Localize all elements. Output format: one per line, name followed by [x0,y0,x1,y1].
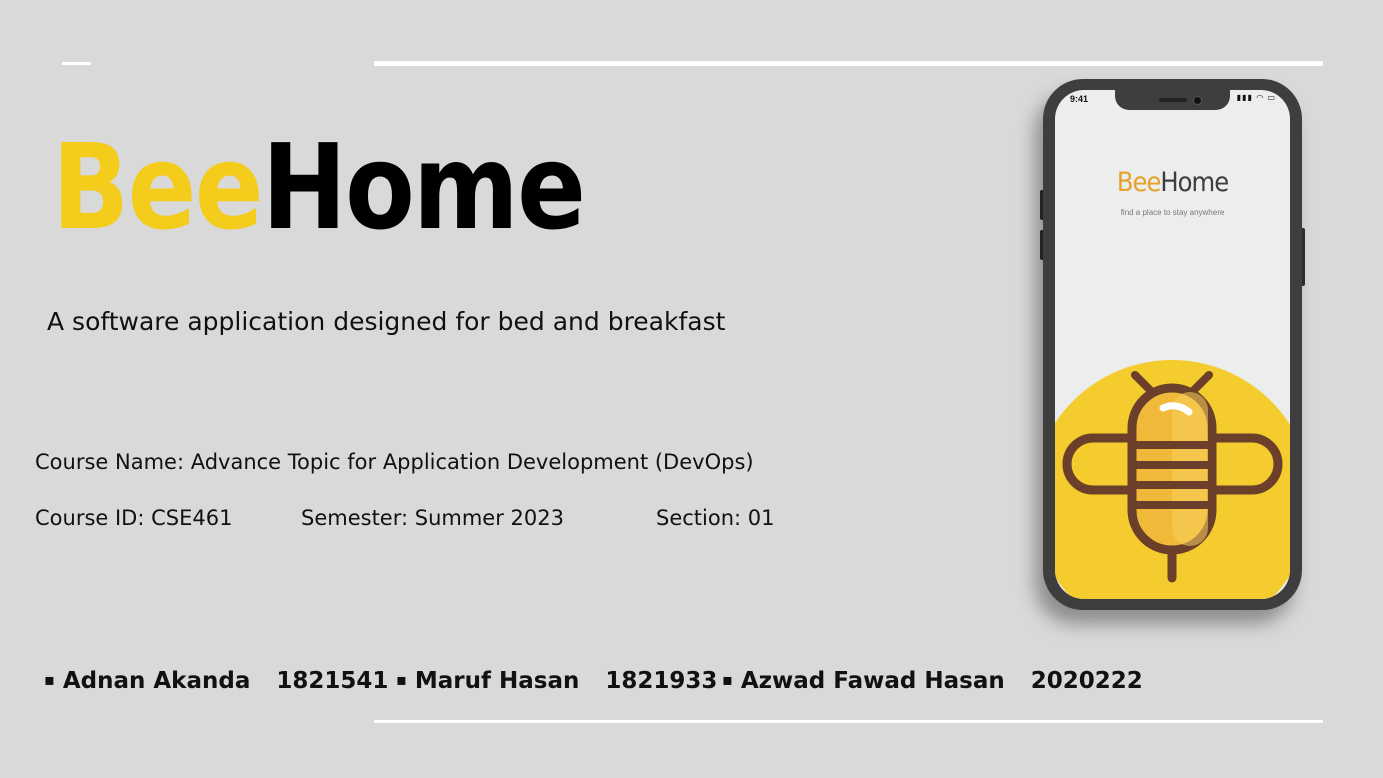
bee-illustration [1055,360,1290,599]
member-id: 2020222 [1030,668,1143,694]
tagline: A software application designed for bed … [47,307,726,336]
semester: Semester: Summer 2023 [301,506,564,530]
member-id: 1821933 [605,668,718,694]
member-name: Maruf Hasan [414,668,580,694]
phone-mockup: 9:41 ▮▮▮ ◠ ▭ BeeHome find a place to sta… [1043,79,1302,610]
bullet-icon: ▪ [44,670,55,689]
decorative-rule-top [374,61,1323,66]
status-icons: ▮▮▮ ◠ ▭ [1237,93,1276,102]
app-logo: BeeHome [1055,167,1290,198]
member-name: Adnan Akanda [62,668,251,694]
bullet-icon: ▪ [722,670,733,689]
signal-icon: ▮▮▮ [1236,93,1253,102]
member-item: ▪ Azwad Fawad Hasan 2020222 [722,668,1143,694]
app-subtitle: find a place to stay anywhere [1120,208,1225,217]
battery-icon: ▭ [1267,93,1276,102]
team-members: ▪ Adnan Akanda 1821541 ▪ Maruf Hasan 1821933… [0,668,1383,708]
section: Section: 01 [656,506,775,530]
app-logo-bee-text: Bee [1116,167,1162,198]
member-item: ▪ Maruf Hasan 1821933 [396,668,717,694]
wifi-icon: ◠ [1256,93,1265,102]
logo-home-text: Home [261,118,586,256]
member-id: 1821541 [276,668,389,694]
app-logo-home-text: Home [1160,167,1229,198]
status-time: 9:41 [1070,94,1089,104]
course-id: Course ID: CSE461 [35,506,233,530]
course-name: Course Name: Advance Topic for Applicati… [35,450,754,474]
member-name: Azwad Fawad Hasan [740,668,1005,694]
logo-bee-text: Bee [52,118,264,256]
phone-camera [1193,96,1202,105]
beehome-logo: BeeHome [52,128,586,246]
phone-screen: 9:41 ▮▮▮ ◠ ▭ BeeHome find a place to sta… [1055,90,1290,599]
bullet-icon: ▪ [396,670,407,689]
phone-notch [1115,90,1230,110]
decorative-rule-bottom [374,720,1323,723]
phone-speaker [1159,98,1187,102]
member-item: ▪ Adnan Akanda 1821541 [44,668,388,694]
presentation-slide: BeeHome A software application designed … [0,0,1383,778]
decorative-rule-short [62,62,91,65]
